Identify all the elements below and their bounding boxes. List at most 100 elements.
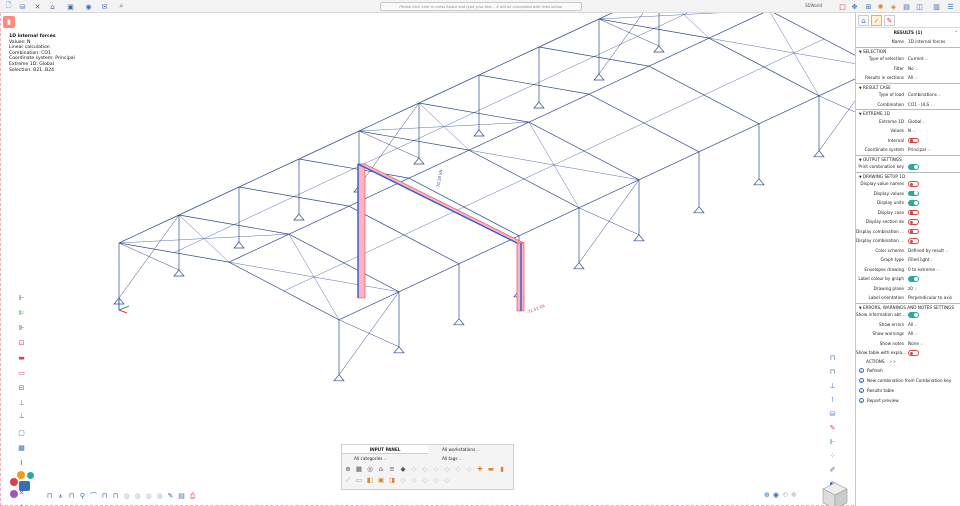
node-tool-icon[interactable]: ⊫: [16, 308, 27, 318]
results-in-sections-select[interactable]: All: [908, 75, 960, 80]
display-units-toggle[interactable]: [908, 200, 919, 206]
disabled-icon[interactable]: ◇: [410, 465, 418, 473]
member-tool-icon[interactable]: ⊪: [16, 323, 27, 333]
label-orientation-select[interactable]: Perpendicular to axis: [908, 295, 960, 300]
view-support-icon[interactable]: ⊩: [827, 437, 838, 447]
disabled-icon[interactable]: ◇: [421, 465, 429, 473]
display-combination-toggle[interactable]: [908, 238, 919, 244]
view-load-icon[interactable]: ✎: [827, 423, 838, 433]
extreme-select[interactable]: Global: [908, 119, 960, 124]
envelopes-drawing-select[interactable]: 0 to extreme: [908, 267, 960, 272]
layer-icon[interactable]: ◎: [366, 465, 374, 473]
material-icon[interactable]: ⊕: [344, 465, 352, 473]
surface-load-icon[interactable]: ▭: [16, 368, 27, 378]
disabled-icon[interactable]: ◇: [432, 476, 440, 484]
disabled-icon[interactable]: ◇: [443, 476, 451, 484]
slab-icon[interactable]: ▬: [487, 465, 495, 473]
values-select[interactable]: N: [908, 128, 960, 133]
view-dim-icon[interactable]: ⊺: [827, 395, 838, 405]
beam-icon[interactable]: ✚: [476, 465, 484, 473]
tab-results[interactable]: ✓: [871, 15, 882, 26]
mail-icon[interactable]: ✉: [100, 2, 109, 11]
layers-icon[interactable]: ▤: [177, 491, 186, 501]
structure-model[interactable]: -70.18 kN -71.52 kN: [1, 13, 855, 506]
view-grid-icon[interactable]: ⊓: [827, 367, 838, 377]
layout-icon[interactable]: ◫: [915, 2, 924, 11]
action-refresh[interactable]: ▸ Refresh: [856, 366, 960, 376]
action-results-table[interactable]: ▸ Results table: [856, 386, 960, 396]
section-tool-icon[interactable]: Ⅰ: [16, 458, 27, 468]
tree-icon[interactable]: ⊞: [864, 2, 873, 11]
brace-icon[interactable]: ⟋: [344, 476, 352, 484]
disabled-icon[interactable]: ◇: [421, 476, 429, 484]
disabled-icon[interactable]: ◇: [443, 465, 451, 473]
view-frame-icon[interactable]: ⊓: [827, 353, 838, 363]
drawing-plane-select[interactable]: z0: [908, 286, 960, 291]
tools-icon[interactable]: ✕: [33, 2, 42, 11]
results-icon[interactable]: ◈: [889, 2, 898, 11]
graph-type-select[interactable]: Filled light: [908, 257, 960, 262]
rotate-icon[interactable]: ⟲: [782, 491, 788, 499]
paint-icon[interactable]: ✎: [166, 491, 175, 501]
internal-toggle[interactable]: [908, 137, 919, 144]
grid-tool-icon[interactable]: ▦: [16, 443, 27, 453]
bay-icon[interactable]: ⊓: [111, 491, 120, 501]
type-of-load-select[interactable]: Combinations: [908, 92, 960, 97]
structure-icon[interactable]: ⌂: [48, 2, 57, 11]
disabled-icon[interactable]: ◇: [399, 476, 407, 484]
column-icon[interactable]: ▮: [498, 465, 506, 473]
collapse-icon[interactable]: ⌃: [954, 28, 958, 37]
show-table-toggle[interactable]: [908, 350, 919, 356]
filter-select[interactable]: No: [908, 66, 960, 71]
disabled-icon[interactable]: ◇: [465, 465, 473, 473]
report-icon[interactable]: ▤: [902, 2, 911, 11]
panel-icon[interactable]: ▥: [932, 2, 941, 11]
view-layer-icon[interactable]: ⛁: [827, 409, 838, 419]
actions-expand[interactable]: >>: [889, 359, 896, 364]
show-notes-select[interactable]: None: [908, 341, 960, 346]
pan-icon[interactable]: ✥: [791, 491, 797, 499]
show-information-toggle[interactable]: [908, 312, 919, 318]
open-icon[interactable]: ⛁: [18, 2, 27, 11]
workstations-select[interactable]: All workstations: [430, 445, 514, 454]
tab-structure[interactable]: ⌂: [858, 15, 869, 26]
display-values-toggle[interactable]: [908, 190, 919, 197]
beam-load-icon[interactable]: ▬: [16, 353, 27, 363]
tags-select[interactable]: All tags: [430, 454, 514, 463]
show-warnings-select[interactable]: All: [908, 331, 960, 336]
view-icon[interactable]: ◉: [84, 2, 93, 11]
action-new-combination[interactable]: ▸ New combination from Combination key: [856, 376, 960, 386]
plate-icon[interactable]: ▣: [377, 476, 385, 484]
new-file-icon[interactable]: 🗋: [4, 1, 13, 11]
zoom-icon[interactable]: ⊕: [764, 491, 770, 499]
wall-icon[interactable]: ▭: [355, 476, 363, 484]
frame3d-icon[interactable]: ⊓: [100, 491, 109, 501]
grid-icon[interactable]: ▦: [355, 465, 363, 473]
section-output[interactable]: OUTPUT SETTINGS: [856, 154, 960, 163]
section-result-case[interactable]: RESULT CASE: [856, 82, 960, 91]
navigation-cube-icon[interactable]: [817, 479, 853, 506]
window-icon[interactable]: □: [838, 2, 847, 11]
selection-tool-icon[interactable]: ⊩: [16, 293, 27, 303]
section-drawing[interactable]: DRAWING SETUP 1D: [856, 171, 960, 180]
support-tool-icon[interactable]: ⊥: [16, 398, 27, 408]
building-icon[interactable]: ⌂: [377, 465, 385, 473]
opening-icon[interactable]: ◧: [366, 476, 374, 484]
view-axis-icon[interactable]: ⊥: [827, 381, 838, 391]
disabled-icon[interactable]: ◇: [432, 465, 440, 473]
cursor-icon[interactable]: ✥: [850, 2, 859, 11]
disabled-tool-icon[interactable]: ◍: [122, 491, 131, 501]
type-of-selection-select[interactable]: Current: [908, 56, 960, 61]
name-value[interactable]: 1D internal forces: [908, 39, 960, 44]
rib-icon[interactable]: ◨: [388, 476, 396, 484]
3d-viewport[interactable]: ▮ 1D internal forces Values: N Linear ca…: [0, 13, 855, 506]
user-menu[interactable]: SDWorld: [805, 3, 822, 8]
pin-icon[interactable]: ⚲: [78, 491, 87, 501]
combination-select[interactable]: CO1 - ULS: [908, 102, 960, 107]
portal-icon[interactable]: ⊓: [67, 491, 76, 501]
label-colour-toggle[interactable]: [908, 276, 919, 282]
cube-icon[interactable]: ▣: [66, 2, 75, 11]
menu-icon[interactable]: ☰: [946, 2, 955, 11]
tab-pin[interactable]: ✎: [884, 15, 895, 26]
workspace-selector-icon[interactable]: [7, 468, 41, 502]
